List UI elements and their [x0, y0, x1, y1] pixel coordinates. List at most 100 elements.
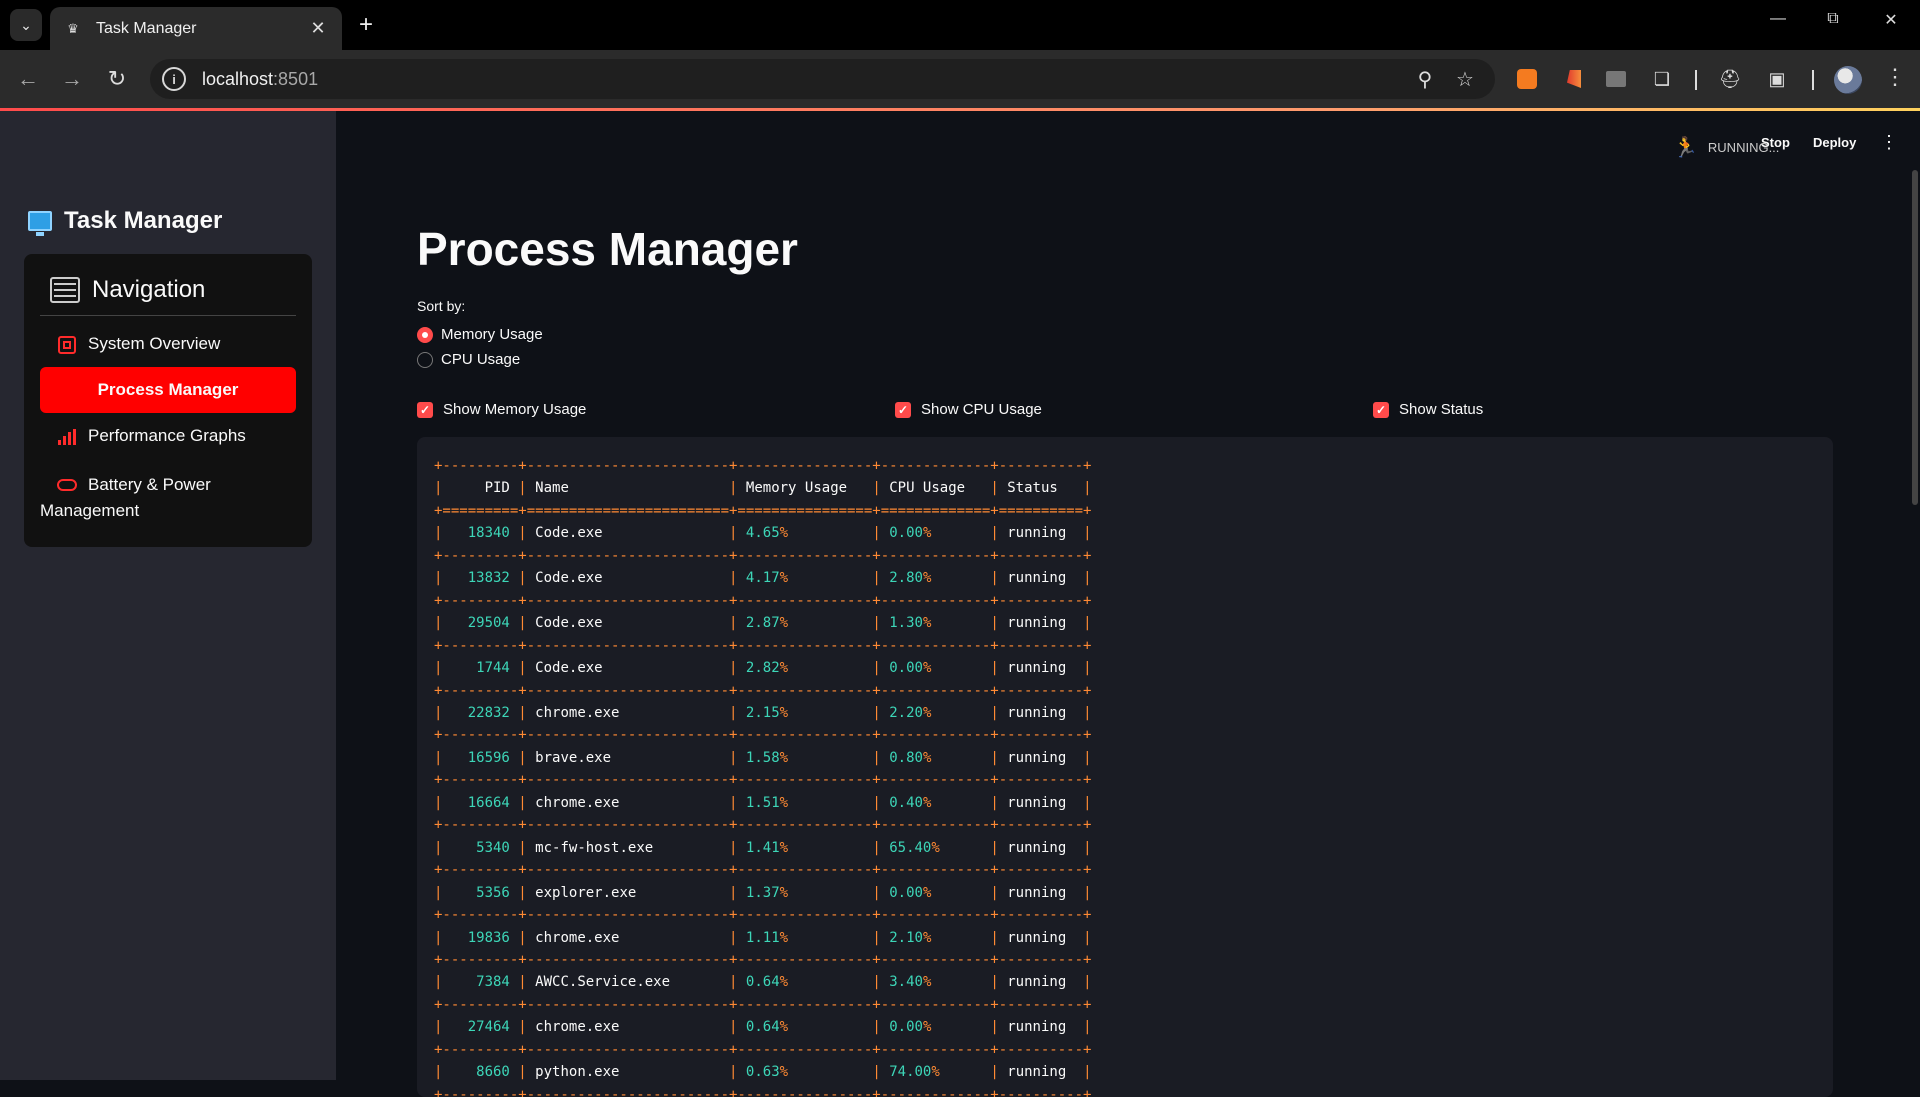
table-border: +---------+------------------------+----… — [434, 817, 1092, 834]
browser-tab-bar: ⌄ ♛ Task Manager ✕ + — ⧉ ✕ — [0, 0, 1920, 50]
status-cell: running — [1007, 884, 1075, 901]
forward-button[interactable]: → — [58, 66, 86, 92]
deploy-button[interactable]: Deploy — [1813, 135, 1856, 150]
nav-item-label: Performance Graphs — [88, 426, 246, 445]
process-name-cell: Code.exe — [535, 660, 721, 677]
arrow-left-icon: ← — [17, 66, 39, 91]
streamlit-favicon-icon: ♛ — [67, 20, 79, 36]
pid-cell: 7384 — [450, 974, 510, 991]
url-text[interactable]: localhost:8501 — [202, 69, 318, 90]
memory-usage-cell: 1.58 — [745, 749, 780, 766]
pid-cell: 29504 — [450, 615, 510, 632]
process-name-cell: explorer.exe — [535, 884, 721, 901]
extension-brave-icon[interactable] — [1562, 68, 1586, 90]
navigation-header-label: Navigation — [92, 275, 206, 303]
process-name-cell: python.exe — [535, 1064, 721, 1081]
nav-item-label: Battery & Power Management — [40, 475, 211, 520]
memory-usage-cell: 1.51 — [745, 794, 780, 811]
close-window-button[interactable]: ✕ — [1876, 10, 1906, 30]
extension-rss-icon[interactable] — [1515, 68, 1539, 90]
status-cell: running — [1007, 615, 1075, 632]
checkbox-show-memory[interactable]: ✓ Show Memory Usage — [417, 401, 586, 418]
tab-close-icon[interactable]: ✕ — [308, 18, 328, 39]
table-border: +---------+------------------------+----… — [434, 862, 1092, 879]
table-border: +---------+------------------------+----… — [434, 637, 1092, 654]
sort-radio-memory[interactable]: Memory Usage — [417, 326, 543, 343]
cpu-usage-cell: 2.10 — [889, 929, 923, 946]
running-man-icon: 🏃 — [1673, 137, 1698, 159]
new-tab-button[interactable]: + — [354, 12, 378, 38]
checkbox-show-cpu[interactable]: ✓ Show CPU Usage — [895, 401, 1042, 418]
table-header-cell: PID — [450, 480, 510, 497]
page-scrollbar[interactable] — [1912, 170, 1918, 505]
radio-label: CPU Usage — [441, 351, 521, 368]
tab-title: Task Manager — [96, 19, 197, 37]
tab-search-button[interactable]: ⌄ — [10, 9, 42, 41]
extension-window-icon[interactable] — [1604, 68, 1628, 90]
memory-usage-cell: 1.11 — [745, 929, 780, 946]
browser-toolbar: ← → ↻ i localhost:8501 ⚲ ☆ ❏ ⛑ ▣ ⋮ — [0, 50, 1920, 108]
nav-item-performance-graphs[interactable]: Performance Graphs — [40, 426, 296, 448]
nav-item-process-manager[interactable]: Process Manager — [40, 367, 296, 413]
process-name-cell: chrome.exe — [535, 929, 721, 946]
pid-cell: 13832 — [450, 570, 510, 587]
pid-cell: 1744 — [450, 660, 510, 677]
table-header-cell: Memory Usage — [745, 480, 864, 497]
checkbox-show-status[interactable]: ✓ Show Status — [1373, 401, 1483, 418]
nav-item-battery-power[interactable]: Battery & Power Management — [40, 472, 296, 524]
navigation-menu: Navigation System Overview Process Manag… — [24, 254, 312, 547]
pid-cell: 16664 — [450, 794, 510, 811]
chevron-down-icon: ⌄ — [20, 16, 32, 33]
pid-cell: 5340 — [450, 839, 510, 856]
navigation-header: Navigation — [40, 264, 296, 316]
process-name-cell: mc-fw-host.exe — [535, 839, 721, 856]
memory-usage-cell: 0.64 — [745, 974, 780, 991]
memory-usage-cell: 1.37 — [745, 884, 780, 901]
status-cell: running — [1007, 1019, 1075, 1036]
pid-cell: 16596 — [450, 749, 510, 766]
status-cell: running — [1007, 570, 1075, 587]
table-border: +---------+------------------------+----… — [434, 951, 1092, 968]
incognito-icon[interactable]: ⛑ — [1718, 68, 1742, 90]
sort-radio-cpu[interactable]: CPU Usage — [417, 351, 520, 368]
restore-button[interactable]: ⧉ — [1818, 10, 1848, 28]
zoom-icon[interactable]: ⚲ — [1412, 67, 1438, 92]
process-name-cell: AWCC.Service.exe — [535, 974, 721, 991]
table-border: +---------+------------------------+----… — [434, 547, 1092, 564]
profile-avatar[interactable] — [1834, 66, 1862, 94]
sidebar-title-text: Task Manager — [64, 207, 223, 234]
status-cell: running — [1007, 525, 1075, 542]
status-cell: running — [1007, 749, 1075, 766]
memory-usage-cell: 4.17 — [745, 570, 780, 587]
monitor-icon — [28, 211, 52, 236]
extensions-puzzle-icon[interactable]: ❏ — [1650, 68, 1674, 90]
table-border: +---------+------------------------+----… — [434, 1086, 1092, 1097]
bookmark-star-icon[interactable]: ☆ — [1452, 67, 1478, 92]
browser-menu-icon[interactable]: ⋮ — [1884, 64, 1906, 90]
table-border: +---------+------------------------+----… — [434, 996, 1092, 1013]
cpu-usage-cell: 3.40 — [889, 974, 923, 991]
status-cell: running — [1007, 1064, 1075, 1081]
toolbar-separator — [1812, 70, 1814, 90]
url-port: :8501 — [273, 68, 319, 89]
pid-cell: 5356 — [450, 884, 510, 901]
table-border: +---------+------------------------+----… — [434, 1041, 1092, 1058]
nav-item-system-overview[interactable]: System Overview — [40, 334, 296, 356]
back-button[interactable]: ← — [14, 66, 42, 92]
site-info-icon[interactable]: i — [162, 67, 186, 91]
browser-tab[interactable]: ♛ Task Manager ✕ — [50, 7, 342, 50]
minimize-button[interactable]: — — [1763, 10, 1793, 28]
stop-button[interactable]: Stop — [1761, 135, 1790, 150]
status-cell: running — [1007, 839, 1075, 856]
url-host: localhost — [202, 68, 274, 89]
screenshot-icon[interactable]: ▣ — [1765, 68, 1789, 90]
sidebar-title: Task Manager — [28, 207, 223, 236]
process-name-cell: brave.exe — [535, 749, 721, 766]
table-border: +---------+------------------------+----… — [434, 592, 1092, 609]
app-menu-icon[interactable]: ⋮ — [1880, 132, 1898, 153]
reload-button[interactable]: ↻ — [103, 66, 131, 92]
address-bar[interactable]: i localhost:8501 ⚲ ☆ — [150, 59, 1495, 99]
status-cell: running — [1007, 704, 1075, 721]
checkbox-label: Show Status — [1399, 401, 1484, 418]
process-name-cell: chrome.exe — [535, 794, 721, 811]
